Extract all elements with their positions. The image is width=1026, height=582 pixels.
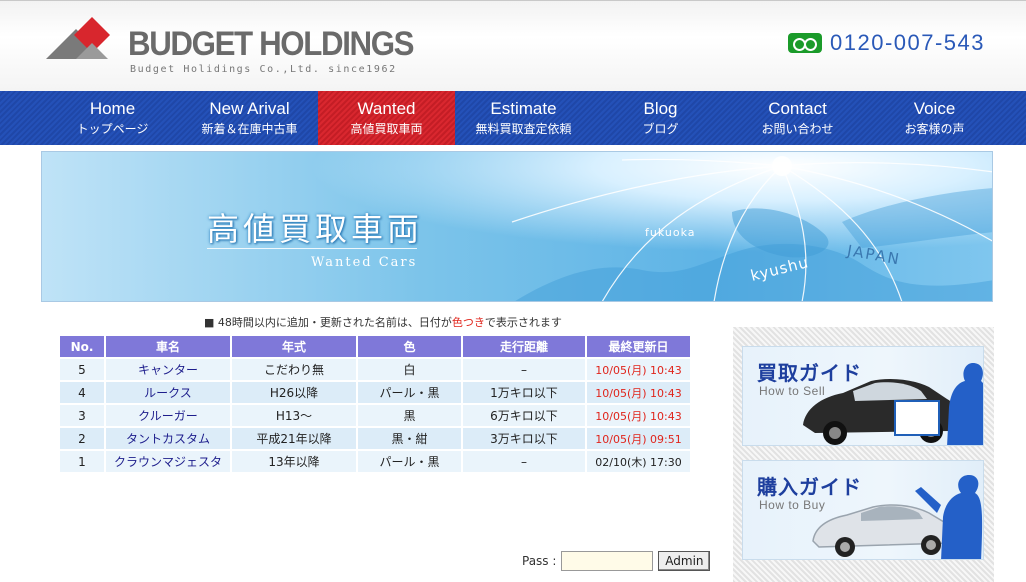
cell-mileage: 6万キロ以下 (463, 405, 585, 426)
sell-guide-title: 買取ガイド (757, 361, 862, 385)
freedial-icon (788, 33, 822, 53)
cell-no: 3 (60, 405, 104, 426)
table-row: 4 ルークス H26以降 パール・黒 1万キロ以下 10/05(月) 10:43 (60, 382, 690, 403)
nav-label-jp: お問い合わせ (761, 122, 834, 136)
cell-no: 5 (60, 359, 104, 380)
cell-updated: 10/05(月) 09:51 (587, 428, 690, 449)
notice-text: ■ 48時間以内に追加・更新された名前は、日付が (204, 316, 452, 329)
cell-year: H26以降 (232, 382, 356, 403)
cell-mileage: 1万キロ以下 (463, 382, 585, 403)
nav-item-new-arival[interactable]: New Arival 新着＆在庫中古車 (181, 91, 318, 145)
admin-login: Pass : Admin (522, 551, 711, 571)
cell-updated: 10/05(月) 10:43 (587, 405, 690, 426)
nav-item-home[interactable]: Home トップページ (44, 91, 181, 145)
notice-highlight: 色つき (451, 316, 485, 329)
update-notice: ■ 48時間以内に追加・更新された名前は、日付が色つきで表示されます (204, 314, 562, 330)
table-row: 5 キャンター こだわり無 白 – 10/05(月) 10:43 (60, 359, 690, 380)
nav-label-jp: 新着＆在庫中古車 (201, 122, 298, 136)
nav-label-en: Blog (643, 99, 678, 118)
nav-label-en: Voice (913, 99, 956, 118)
cell-color: 黒 (358, 405, 461, 426)
cell-car-name[interactable]: ルークス (106, 382, 230, 403)
nav-label-jp: ブログ (642, 122, 679, 136)
nav-label-en: Contact (768, 99, 827, 118)
logo-tagline: Budget Holidings Co.,Ltd. since1962 (130, 64, 397, 75)
page-banner: 高値買取車両 Wanted Cars fukuoka kyushu JAPAN (41, 151, 993, 302)
admin-button[interactable]: Admin (658, 551, 711, 571)
nav-label-jp: 高値買取車両 (350, 122, 423, 136)
nav-item-wanted[interactable]: Wanted 高値買取車両 (318, 91, 455, 145)
banner-title: 高値買取車両 (207, 210, 424, 248)
sidebar: 買取ガイド How to Sell 購入ガイド How to Buy (733, 327, 994, 582)
phone-number: 0120-007-543 (830, 30, 986, 55)
cell-no: 2 (60, 428, 104, 449)
cell-no: 4 (60, 382, 104, 403)
cell-color: パール・黒 (358, 451, 461, 472)
banner-map-graphic (511, 156, 992, 301)
nav-label-jp: お客様の声 (904, 122, 965, 136)
cell-color: 黒・紺 (358, 428, 461, 449)
cell-car-name[interactable]: クラウンマジェスタ (106, 451, 230, 472)
nav-item-blog[interactable]: Blog ブログ (592, 91, 729, 145)
nav-item-estimate[interactable]: Estimate 無料買取査定依頼 (455, 91, 592, 145)
logo-text[interactable]: BUDGET HOLDINGS (128, 25, 415, 64)
nav-label-en: Home (89, 99, 136, 118)
cell-year: こだわり無 (232, 359, 356, 380)
cell-updated: 10/05(月) 10:43 (587, 359, 690, 380)
col-header-updated: 最終更新日 (587, 336, 690, 357)
table-row: 3 クルーガー H13〜 黒 6万キロ以下 10/05(月) 10:43 (60, 405, 690, 426)
nav-label-en: New Arival (209, 99, 290, 118)
cell-color: 白 (358, 359, 461, 380)
pass-label: Pass : (522, 554, 557, 568)
sell-guide-subtitle: How to Sell (759, 384, 826, 398)
nav-item-contact[interactable]: Contact お問い合わせ (729, 91, 866, 145)
buy-guide-title: 購入ガイド (757, 475, 862, 499)
banner-divider (207, 248, 417, 249)
cell-mileage: – (463, 359, 585, 380)
nav-label-en: Estimate (490, 99, 557, 118)
notice-text-end: で表示されます (484, 316, 562, 329)
cell-car-name[interactable]: タントカスタム (106, 428, 230, 449)
cell-car-name[interactable]: クルーガー (106, 405, 230, 426)
nav-label-jp: トップページ (76, 122, 149, 136)
pass-input[interactable] (561, 551, 654, 571)
buy-guide-banner[interactable]: 購入ガイド How to Buy (742, 460, 984, 560)
cell-year: 13年以降 (232, 451, 356, 472)
phone-block: 0120-007-543 (788, 30, 985, 56)
cell-updated: 10/05(月) 10:43 (587, 382, 690, 403)
buy-guide-subtitle: How to Buy (759, 498, 826, 512)
cell-year: H13〜 (232, 405, 356, 426)
cell-mileage: – (463, 451, 585, 472)
col-header-year: 年式 (232, 336, 356, 357)
table-row: 2 タントカスタム 平成21年以降 黒・紺 3万キロ以下 10/05(月) 09… (60, 428, 690, 449)
main-nav: Home トップページ New Arival 新着＆在庫中古車 Wanted 高… (0, 91, 1026, 145)
col-header-color: 色 (358, 336, 461, 357)
cell-mileage: 3万キロ以下 (463, 428, 585, 449)
nav-label-jp: 無料買取査定依頼 (475, 122, 572, 136)
nav-label-en: Wanted (357, 99, 416, 118)
cell-car-name[interactable]: キャンター (106, 359, 230, 380)
banner-subtitle: Wanted Cars (311, 255, 418, 270)
site-header: BUDGET HOLDINGS Budget Holidings Co.,Ltd… (0, 0, 1026, 91)
cell-color: パール・黒 (358, 382, 461, 403)
table-row: 1 クラウンマジェスタ 13年以降 パール・黒 – 02/10(木) 17:30 (60, 451, 690, 472)
sell-guide-banner[interactable]: 買取ガイド How to Sell (742, 346, 984, 446)
cell-no: 1 (60, 451, 104, 472)
wanted-cars-table: No. 車名 年式 色 走行距離 最終更新日 5 キャンター こだわり無 白 –… (58, 334, 692, 474)
col-header-name: 車名 (106, 336, 230, 357)
nav-item-voice[interactable]: Voice お客様の声 (866, 91, 1003, 145)
logo-mark-icon[interactable] (46, 17, 122, 61)
table-header-row: No. 車名 年式 色 走行距離 最終更新日 (60, 336, 690, 357)
cell-year: 平成21年以降 (232, 428, 356, 449)
col-header-mileage: 走行距離 (463, 336, 585, 357)
cell-updated: 02/10(木) 17:30 (587, 451, 690, 472)
col-header-no: No. (60, 336, 104, 357)
map-label-fukuoka: fukuoka (645, 226, 696, 239)
